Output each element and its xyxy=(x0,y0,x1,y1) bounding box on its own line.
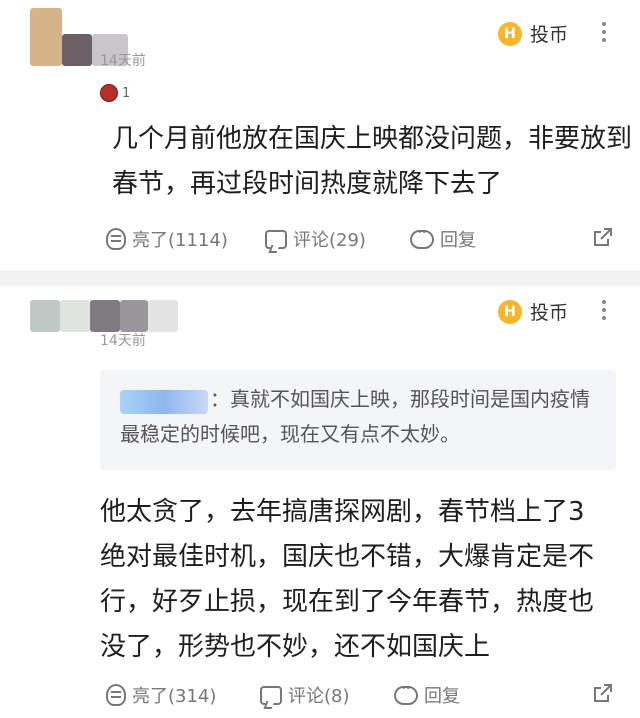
like-icon xyxy=(106,228,126,250)
coin-button[interactable]: H 投币 xyxy=(498,298,568,325)
coin-icon: H xyxy=(498,21,522,46)
coin-icon: H xyxy=(498,299,522,324)
comment-button[interactable]: 评论(29) xyxy=(265,226,366,252)
quoted-text: ：真就不如国庆上映，那段时间是国内疫情最稳定的时候吧，现在又有点不太妙。 xyxy=(120,387,590,446)
coin-label: 投币 xyxy=(530,24,569,46)
share-icon xyxy=(592,682,612,702)
badge-icon xyxy=(100,84,118,102)
comment-text: 几个月前他放在国庆上映都没问题，非要放到春节，再过段时间热度就降下去了 xyxy=(112,124,633,199)
like-button[interactable]: 亮了(1114) xyxy=(106,226,228,252)
coin-button[interactable]: H 投币 xyxy=(498,20,568,47)
reply-button[interactable]: 回复 xyxy=(410,225,476,252)
comment-icon xyxy=(260,685,282,705)
section-divider xyxy=(0,270,640,286)
more-icon[interactable] xyxy=(601,22,607,42)
action-bar: 亮了(314) 评论(8) 回复 xyxy=(100,681,630,714)
comment-icon xyxy=(265,229,287,249)
action-bar: 亮了(1114) 评论(29) 回复 xyxy=(100,225,630,258)
like-count: 亮了(1114) xyxy=(132,230,228,251)
share-icon xyxy=(592,226,612,246)
avatar[interactable] xyxy=(30,300,180,334)
comment-time: 14天前 xyxy=(100,333,146,349)
share-button[interactable] xyxy=(592,226,612,246)
quoted-reply[interactable]: ：真就不如国庆上映，那段时间是国内疫情最稳定的时候吧，现在又有点不太妙。 xyxy=(100,370,616,470)
reply-icon xyxy=(410,225,434,249)
like-button[interactable]: 亮了(314) xyxy=(106,682,216,708)
coin-label: 投币 xyxy=(530,302,569,324)
more-icon[interactable] xyxy=(601,300,607,320)
reply-button[interactable]: 回复 xyxy=(394,681,460,708)
comment-card: 14天前 H 投币 ：真就不如国庆上映，那段时间是国内疫情最稳定的时候吧，现在又… xyxy=(0,286,640,718)
badge-count: 1 xyxy=(122,85,131,101)
comment-count: 评论(8) xyxy=(288,686,350,707)
like-icon xyxy=(106,684,126,706)
comment-time: 14天前 xyxy=(100,53,146,69)
like-count: 亮了(314) xyxy=(132,686,217,707)
comment-card: 14天前 H 投币 1 几个月前他放在国庆上映都没问题，非要放到春节，再过段时间… xyxy=(0,0,640,270)
reply-label: 回复 xyxy=(424,686,460,707)
comment-text: 他太贪了，去年搞唐探网剧，春节档上了3绝对最佳时机，国庆也不错，大爆肯定是不行，… xyxy=(100,497,595,662)
fan-badge: 1 xyxy=(100,84,130,102)
reply-label: 回复 xyxy=(440,230,476,251)
comment-count: 评论(29) xyxy=(293,230,366,251)
comment-button[interactable]: 评论(8) xyxy=(260,682,350,708)
reply-icon xyxy=(394,681,418,705)
share-button[interactable] xyxy=(592,682,612,702)
